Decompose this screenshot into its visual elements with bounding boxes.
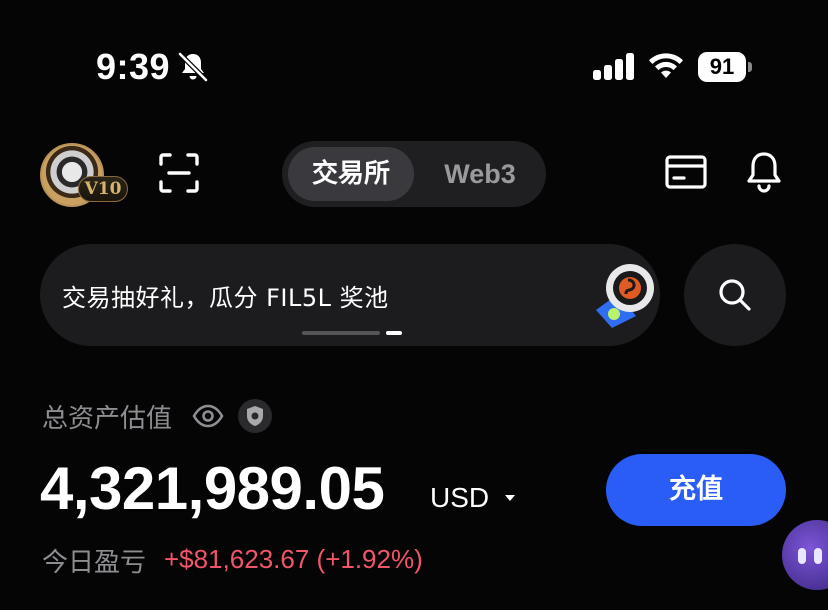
battery-icon: 91 [698,52,752,82]
shield-glyph-icon [247,406,263,426]
notification-bell-icon[interactable] [744,150,784,194]
search-button[interactable] [684,244,786,346]
battery-level: 91 [698,52,746,82]
eye-icon[interactable] [192,403,224,429]
promo-illustration-icon [596,264,654,328]
currency-selector[interactable]: USD [430,482,489,514]
market-switcher: 交易所 Web3 [282,141,546,207]
deposit-button[interactable]: 充值 [606,454,786,526]
carousel-dot-active [386,331,402,335]
banner-text: 交易抽好礼，瓜分 FIL5L 奖池 [62,284,389,312]
total-assets-label: 总资产估值 [42,404,173,434]
daily-pnl-value: +$81,623.67 (+1.92%) [164,544,423,574]
search-icon [719,279,751,311]
assistant-eye [814,548,822,564]
chevron-down-icon[interactable] [503,493,517,503]
carousel-indicator [302,330,442,336]
status-time: 9:39 [96,46,171,87]
total-balance: 4,321,989.05 [40,455,385,522]
shield-icon[interactable] [238,399,272,433]
scan-icon[interactable] [158,152,200,194]
assistant-bubble[interactable] [782,520,828,590]
status-bar: 9:39 91 [0,0,828,120]
carousel-dot [302,331,380,335]
wifi-icon [649,53,683,78]
promo-banner[interactable]: 交易抽好礼，瓜分 FIL5L 奖池 [40,244,660,346]
assistant-eye [798,548,806,564]
vip-badge: V10 [78,176,128,202]
tab-exchange[interactable]: 交易所 [288,147,414,201]
battery-tip [748,62,752,72]
signal-icon [593,53,634,80]
card-icon[interactable] [664,152,708,192]
bell-off-icon [178,52,208,82]
tab-web3[interactable]: Web3 [420,147,540,201]
daily-pnl-label: 今日盈亏 [42,548,147,578]
